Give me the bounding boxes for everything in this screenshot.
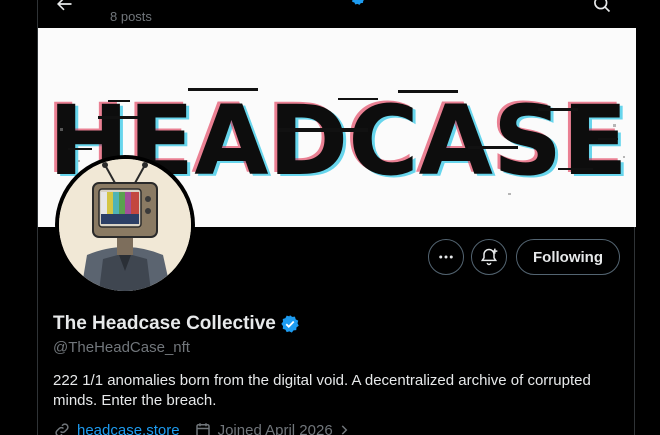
link-icon bbox=[55, 423, 69, 435]
more-options-button[interactable] bbox=[428, 239, 464, 275]
back-button[interactable] bbox=[52, 0, 76, 16]
profile-column: 8 posts HEADCASE HEADCASE HEADCASE Follo… bbox=[37, 0, 636, 435]
avatar-image bbox=[59, 159, 191, 291]
arrow-left-icon bbox=[57, 0, 72, 11]
search-icon bbox=[594, 0, 611, 13]
profile-header-bar: 8 posts bbox=[38, 0, 636, 28]
website-link[interactable]: headcase.store bbox=[77, 422, 180, 435]
calendar-icon bbox=[195, 423, 210, 435]
notifications-button[interactable] bbox=[471, 239, 507, 275]
joined-date: Joined April 2026 bbox=[217, 421, 333, 435]
profile-avatar[interactable] bbox=[55, 155, 195, 295]
bell-plus-icon bbox=[480, 248, 498, 266]
posts-count: 8 posts bbox=[110, 9, 152, 24]
profile-name-row: The Headcase Collective bbox=[53, 313, 300, 335]
profile-handle: @TheHeadCase_nft bbox=[53, 339, 190, 356]
right-gutter bbox=[635, 0, 660, 435]
verified-badge-icon[interactable] bbox=[280, 314, 300, 334]
display-name: The Headcase Collective bbox=[53, 313, 276, 334]
profile-bio: 222 1/1 anomalies born from the digital … bbox=[53, 372, 591, 409]
profile-meta-row: headcase.store Joined April 2026 bbox=[53, 421, 351, 435]
following-button[interactable]: Following bbox=[516, 239, 620, 275]
verified-badge-icon bbox=[352, 0, 365, 5]
left-gutter bbox=[0, 0, 37, 435]
search-button[interactable] bbox=[590, 0, 614, 16]
more-horizontal-icon bbox=[439, 255, 453, 259]
chevron-right-icon[interactable] bbox=[337, 423, 351, 435]
